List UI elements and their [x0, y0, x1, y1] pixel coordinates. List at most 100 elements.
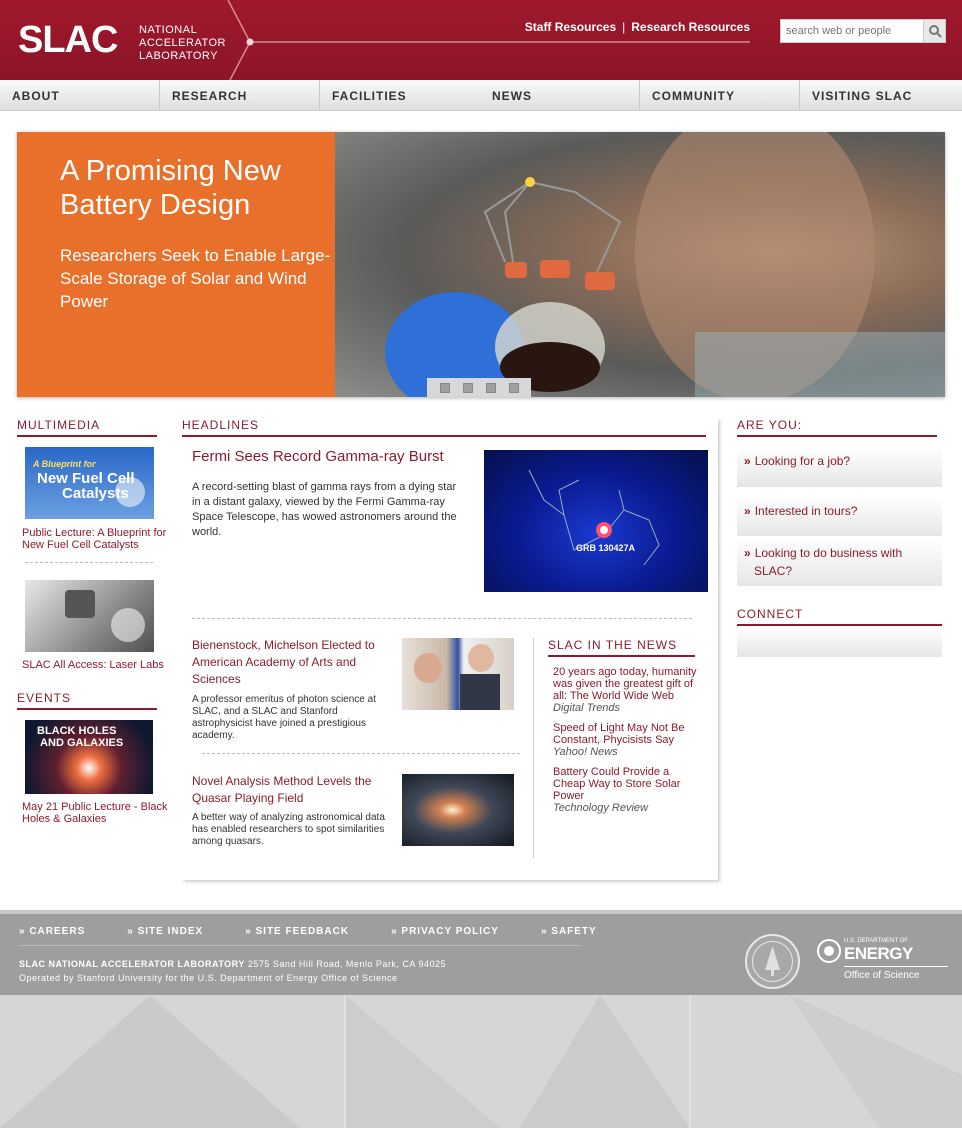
search-box — [780, 19, 946, 43]
carousel-dot[interactable] — [463, 383, 473, 393]
logo-subtitle: NATIONAL ACCELERATOR LABORATORY — [139, 24, 226, 63]
laser-labs-thumbnail[interactable] — [25, 580, 154, 652]
divider — [25, 562, 153, 563]
black-holes-link[interactable]: May 21 Public Lecture - Black Holes & Ga… — [22, 801, 172, 825]
doe-seal-icon — [817, 939, 841, 963]
slac-logo[interactable]: SLAC — [18, 20, 118, 60]
news-source: Technology Review — [553, 802, 648, 814]
feature-text: A record-setting blast of gamma rays fro… — [192, 481, 457, 538]
footer-address: SLAC NATIONAL ACCELERATOR LABORATORY 257… — [19, 957, 446, 985]
news-title: Speed of Light May Not Be Constant, Phyc… — [553, 722, 685, 746]
hero-title: A Promising New Battery Design — [60, 155, 281, 221]
search-button[interactable] — [923, 20, 945, 42]
doe-divider — [844, 966, 948, 967]
thumb-caption-title: BLACK HOLES AND GALAXIES — [37, 725, 124, 749]
constellation-graphic — [528, 469, 660, 566]
footer-careers-link[interactable]: » CAREERS — [19, 926, 85, 937]
gamma-ray-image[interactable]: GRB 130427A — [484, 450, 708, 592]
site-header: SLAC NATIONAL ACCELERATOR LABORATORY Sta… — [0, 0, 962, 80]
story-title[interactable]: Bienenstock, Michelson Elected to Americ… — [192, 637, 392, 688]
nav-about[interactable]: ABOUT — [0, 80, 160, 110]
nav-community[interactable]: COMMUNITY — [640, 80, 800, 110]
chevron-icon: » — [744, 504, 751, 518]
news-source: Yahoo! News — [553, 746, 618, 758]
carousel-dot[interactable] — [440, 383, 450, 393]
hero-carousel[interactable]: A Promising New Battery Design Researche… — [17, 132, 945, 397]
hero-image — [335, 132, 945, 397]
chevron-icon: » — [744, 454, 751, 468]
footer-privacy-link[interactable]: » PRIVACY POLICY — [391, 926, 499, 937]
laser-labs-link[interactable]: SLAC All Access: Laser Labs — [22, 659, 172, 671]
nav-research[interactable]: RESEARCH — [160, 80, 320, 110]
staff-resources-link[interactable]: Staff Resources — [525, 20, 616, 34]
footer-links: » CAREERS » SITE INDEX » SITE FEEDBACK »… — [19, 926, 639, 937]
nav-visiting-slac[interactable]: VISITING SLAC — [800, 80, 960, 110]
in-the-news-heading: SLAC IN THE NEWS — [548, 638, 695, 657]
nav-facilities[interactable]: FACILITIES — [320, 80, 480, 110]
news-title: Battery Could Provide a Cheap Way to Sto… — [553, 766, 681, 802]
carousel-pager — [427, 378, 531, 397]
feature-title[interactable]: Fermi Sees Record Gamma-ray Burst — [192, 448, 472, 465]
fuel-cell-link[interactable]: Public Lecture: A Blueprint for New Fuel… — [22, 527, 172, 551]
news-title: 20 years ago today, humanity was given t… — [553, 666, 697, 702]
news-item[interactable]: 20 years ago today, humanity was given t… — [553, 666, 703, 714]
multimedia-heading: MULTIMEDIA — [17, 418, 157, 437]
connect-heading: CONNECT — [737, 607, 942, 626]
doe-office-text: Office of Science — [844, 970, 920, 981]
are-you-tours[interactable]: » Interested in tours? — [737, 496, 942, 536]
hero-caption: A Promising New Battery Design Researche… — [17, 132, 335, 397]
nav-news[interactable]: NEWS — [480, 80, 640, 110]
footer-site-index-link[interactable]: » SITE INDEX — [127, 926, 203, 937]
are-you-job[interactable]: » Looking for a job? — [737, 446, 942, 487]
divider — [202, 753, 520, 754]
research-resources-link[interactable]: Research Resources — [631, 20, 750, 34]
main-nav: ABOUT RESEARCH FACILITIES NEWS COMMUNITY… — [0, 80, 962, 111]
tree-icon — [752, 941, 793, 982]
footer-safety-link[interactable]: » SAFETY — [541, 926, 597, 937]
logo-line-1: NATIONAL — [139, 24, 198, 36]
footer-divider — [19, 945, 581, 946]
face-shape — [414, 653, 442, 683]
are-you-heading: ARE YOU: — [737, 418, 937, 437]
story-text: A better way of analyzing astronomical d… — [192, 812, 385, 847]
play-icon — [111, 608, 145, 642]
hero-subtitle: Researchers Seek to Enable Large-Scale S… — [60, 246, 331, 311]
are-you-label: Interested in tours? — [754, 504, 858, 518]
jacket-shape — [460, 674, 500, 710]
black-holes-thumbnail[interactable]: BLACK HOLES AND GALAXIES — [25, 720, 153, 794]
divider — [192, 618, 692, 619]
logo-line-2: ACCELERATOR — [139, 37, 227, 49]
logo-line-3: LABORATORY — [139, 50, 218, 62]
news-source: Digital Trends — [553, 702, 621, 714]
are-you-label: Looking to do business with SLAC? — [754, 546, 903, 578]
footer-site-feedback-link[interactable]: » SITE FEEDBACK — [245, 926, 349, 937]
story-title[interactable]: Novel Analysis Method Levels the Quasar … — [192, 773, 392, 807]
face-shape — [468, 644, 494, 672]
search-input[interactable] — [781, 20, 923, 42]
equipment-shape — [65, 590, 95, 618]
academy-photo[interactable] — [402, 638, 514, 710]
connect-panel — [737, 628, 942, 657]
footer-street: 2575 Sand Hill Road, Menlo Park, CA 9402… — [247, 959, 446, 969]
events-heading: EVENTS — [17, 691, 157, 710]
carousel-dot[interactable] — [509, 383, 519, 393]
news-item[interactable]: Speed of Light May Not Be Constant, Phyc… — [553, 722, 703, 758]
search-icon — [928, 25, 942, 38]
news-item[interactable]: Battery Could Provide a Cheap Way to Sto… — [553, 766, 703, 814]
footer-operated-by: Operated by Stanford University for the … — [19, 973, 398, 983]
site-footer: » CAREERS » SITE INDEX » SITE FEEDBACK »… — [0, 910, 962, 995]
headlines-heading: HEADLINES — [182, 418, 706, 437]
story-text: A professor emeritus of photon science a… — [192, 694, 376, 741]
column-divider — [533, 638, 534, 858]
stanford-seal-icon[interactable] — [745, 934, 800, 989]
quasar-image[interactable] — [402, 774, 514, 846]
chevron-icon: » — [744, 546, 751, 560]
play-icon — [115, 477, 145, 507]
page: SLAC NATIONAL ACCELERATOR LABORATORY Sta… — [0, 0, 962, 995]
are-you-business[interactable]: » Looking to do business with SLAC? — [737, 538, 942, 586]
link-separator: | — [622, 20, 626, 34]
are-you-label: Looking for a job? — [754, 454, 851, 468]
fuel-cell-thumbnail[interactable]: A Blueprint for New Fuel Cell Catalysts — [25, 447, 154, 519]
image-label: GRB 130427A — [576, 543, 636, 553]
carousel-dot[interactable] — [486, 383, 496, 393]
